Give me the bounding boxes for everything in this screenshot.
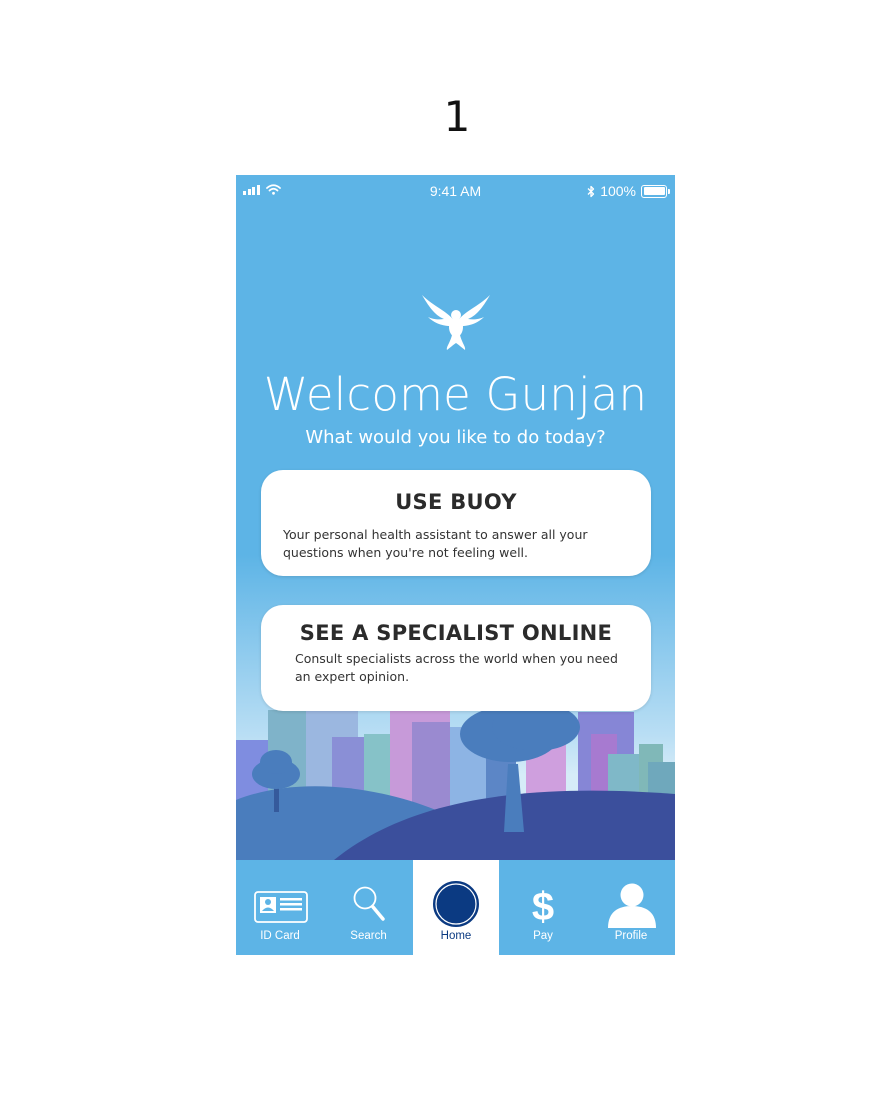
tab-label-id-card: ID Card xyxy=(260,930,300,942)
status-right: 100% xyxy=(587,183,670,199)
tab-id-card[interactable]: ID Card xyxy=(236,860,324,955)
home-circle-icon xyxy=(433,881,479,927)
tab-search[interactable]: Search xyxy=(324,860,413,955)
tab-label-search: Search xyxy=(350,930,387,942)
tab-pay[interactable]: $ Pay xyxy=(499,860,587,955)
tab-profile[interactable]: Profile xyxy=(587,860,675,955)
dollar-icon: $ xyxy=(532,885,554,926)
see-specialist-description: Consult specialists across the world whe… xyxy=(295,651,618,684)
svg-text:$: $ xyxy=(532,885,554,926)
welcome-heading: Welcome Gunjan xyxy=(263,368,648,421)
battery-icon xyxy=(641,184,670,198)
page-number: 1 xyxy=(443,92,471,141)
tab-home[interactable]: Home xyxy=(413,860,499,955)
use-buoy-card[interactable]: USE BUOY Your personal health assistant … xyxy=(261,470,651,576)
use-buoy-description: Your personal health assistant to answer… xyxy=(283,527,588,560)
city-illustration xyxy=(236,703,675,860)
tab-label-profile: Profile xyxy=(614,930,648,942)
status-bar: 9:41 AM 100% xyxy=(236,175,675,207)
welcome-subtitle: What would you like to do today? xyxy=(305,427,606,448)
id-card-icon xyxy=(254,891,308,923)
use-buoy-title: USE BUOY xyxy=(395,490,517,514)
see-specialist-card[interactable]: SEE A SPECIALIST ONLINE Consult speciali… xyxy=(261,605,651,711)
battery-percent: 100% xyxy=(600,183,636,199)
tab-label-pay: Pay xyxy=(533,930,553,942)
bird-logo-icon xyxy=(422,295,490,350)
search-icon xyxy=(353,886,385,921)
bluetooth-icon xyxy=(587,185,595,197)
tab-label-home: Home xyxy=(440,930,472,942)
profile-icon xyxy=(608,883,656,928)
bottom-tab-bar: ID Card Search Home $ Pay Profile xyxy=(236,860,675,955)
see-specialist-title: SEE A SPECIALIST ONLINE xyxy=(299,621,613,645)
phone-screen: 9:41 AM 100% Welcome Gunjan What would y… xyxy=(236,175,675,955)
